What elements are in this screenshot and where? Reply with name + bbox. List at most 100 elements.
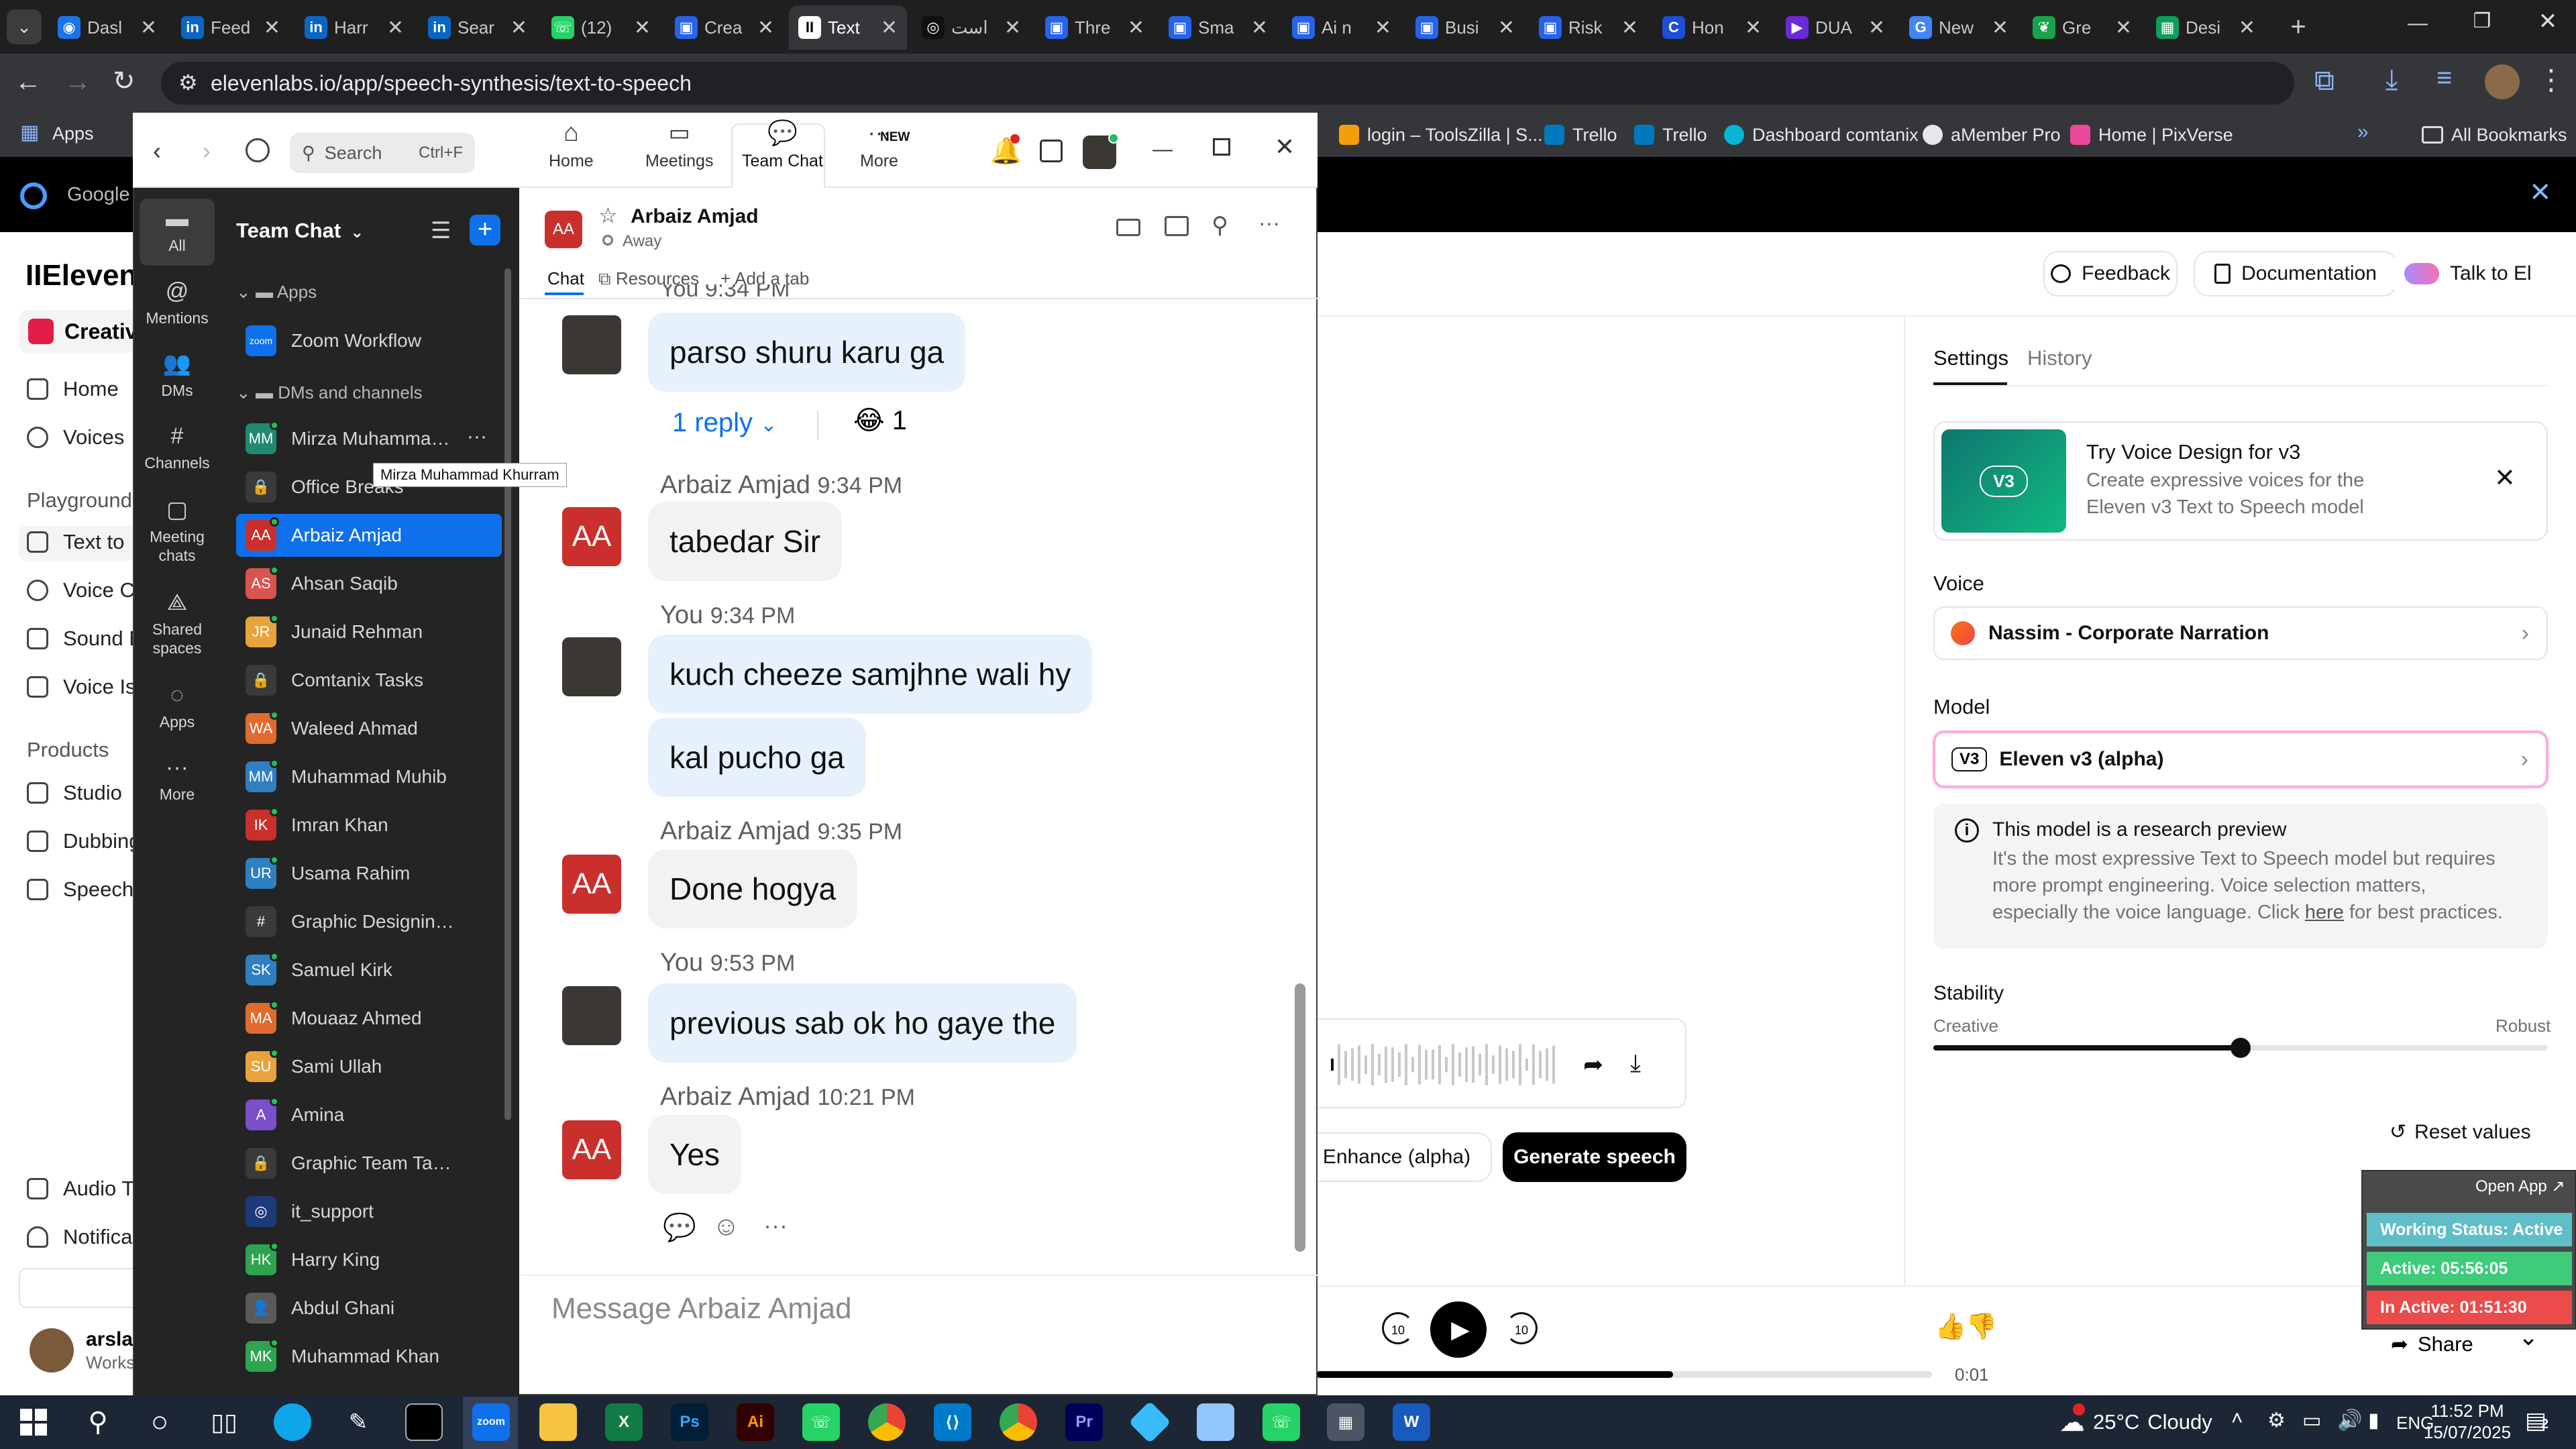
browser-menu-icon[interactable]: ⋮ — [2537, 63, 2565, 96]
tab-close-icon[interactable]: ✕ — [2115, 16, 2132, 40]
el-nav-sound-effects[interactable]: Sound E — [27, 627, 143, 651]
el-user-avatar[interactable] — [30, 1328, 74, 1373]
message-avatar-self[interactable] — [562, 986, 621, 1045]
tab-close-icon[interactable]: ✕ — [511, 16, 527, 40]
channel-list-item[interactable]: MA Mouaaz Ahmed — [236, 997, 502, 1040]
tab-close-icon[interactable]: ✕ — [757, 16, 774, 40]
browser-tab[interactable]: ▣ Busi ✕ — [1406, 5, 1524, 50]
zoom-tab-home[interactable]: ⌂ Home — [549, 119, 594, 171]
channel-list-item[interactable]: SK Samuel Kirk — [236, 949, 502, 991]
enhance-button[interactable]: Enhance (alpha) — [1301, 1132, 1492, 1182]
browser-tab[interactable]: II Text ✕ — [789, 5, 907, 50]
taskbar-chrome-profile-icon[interactable] — [1000, 1403, 1037, 1441]
tab-close-icon[interactable]: ✕ — [140, 16, 157, 40]
channel-list-item[interactable]: A Amina — [236, 1093, 502, 1136]
section-dms-header[interactable]: ⌄ ▬ DMs and channels — [236, 382, 423, 403]
favorite-star-icon[interactable]: ☆ — [598, 203, 618, 228]
bookmark-trello-2[interactable]: Trello — [1634, 121, 1707, 149]
message-bubble[interactable]: Yes — [648, 1115, 742, 1194]
rail-meeting-chats[interactable]: ▢ Meeting chats — [134, 496, 220, 565]
taskbar-vscode-icon[interactable]: ⟨⟩ — [934, 1403, 971, 1441]
tab-close-icon[interactable]: ✕ — [1128, 16, 1144, 40]
app-zoom-workflow[interactable]: zoom Zoom Workflow — [236, 319, 502, 362]
start-windows-icon[interactable] — [20, 1409, 47, 1436]
message-avatar-self[interactable] — [562, 637, 621, 696]
rail-dms[interactable]: 👥 DMs — [134, 350, 220, 400]
taskbar-terminal-icon[interactable] — [405, 1403, 443, 1441]
zoom-maximize-button[interactable] — [1213, 138, 1230, 156]
model-selector[interactable]: V3 Eleven v3 (alpha) › — [1933, 731, 2548, 788]
bookmark-amember[interactable]: aMember Pro — [1923, 121, 2061, 149]
taskbar-edge-icon[interactable] — [274, 1403, 311, 1441]
zoom-forward-icon[interactable]: › — [203, 137, 211, 165]
extensions-icon[interactable]: ⧉ — [2314, 64, 2334, 97]
channel-list-item[interactable]: 👤 Abdul Ghani — [236, 1287, 502, 1330]
tab-search-button[interactable]: ⌄ — [7, 9, 42, 44]
promo-close-icon[interactable]: ✕ — [2494, 463, 2516, 493]
reply-thread-link[interactable]: 1 reply ⌄ — [672, 408, 777, 438]
window-restore-button[interactable]: ❐ — [2462, 9, 2502, 36]
team-chat-title[interactable]: Team Chat ⌄ — [236, 219, 364, 243]
taskbar-illustrator-icon[interactable]: Ai — [737, 1403, 774, 1441]
taskbar-excel-icon[interactable]: X — [605, 1403, 643, 1441]
channel-list-item[interactable]: AS Ahsan Saqib — [236, 562, 502, 605]
tray-volume-icon[interactable]: 🔊 — [2337, 1409, 2362, 1432]
search-icon[interactable]: ⚲ — [1212, 212, 1228, 239]
infobar-close-icon[interactable]: ✕ — [2529, 177, 2552, 208]
open-app-button[interactable]: Open App ↗ — [2475, 1177, 2565, 1196]
reset-values-button[interactable]: ↺ Reset values — [2390, 1120, 2531, 1144]
browser-tab[interactable]: ▣ Crea ✕ — [665, 5, 784, 50]
generate-speech-button[interactable]: Generate speech — [1503, 1132, 1686, 1182]
channel-list-item[interactable]: UR Usama Rahim — [236, 852, 502, 895]
rail-more[interactable]: ··· More — [134, 754, 220, 804]
taskbar-zoom-icon[interactable]: zoom — [472, 1403, 510, 1441]
taskbar-whatsapp-business-icon[interactable]: ☏ — [1263, 1403, 1300, 1441]
thumbs-down-icon[interactable]: 👎 — [1966, 1312, 1997, 1342]
bookmark-trello-1[interactable]: Trello — [1544, 121, 1617, 149]
all-bookmarks[interactable]: All Bookmarks — [2422, 121, 2567, 149]
tab-close-icon[interactable]: ✕ — [2239, 16, 2255, 40]
tray-app-icon[interactable]: ⚙ — [2267, 1409, 2286, 1432]
channel-list-item[interactable]: JR Junaid Rehman — [236, 610, 502, 653]
thumbs-up-icon[interactable]: 👍 — [1935, 1312, 1966, 1342]
tab-close-icon[interactable]: ✕ — [1498, 16, 1515, 40]
message-bubble[interactable]: Done hogya — [648, 849, 858, 928]
address-bar[interactable]: ⚙ elevenlabs.io/app/speech-synthesis/tex… — [161, 62, 2294, 105]
taskbar-pen-icon[interactable]: ✎ — [339, 1403, 377, 1441]
channel-list-item[interactable]: 🔒 Graphic Team Tasks — [236, 1142, 502, 1185]
el-nav-audio-tools[interactable]: Audio T — [27, 1177, 134, 1201]
chat-scrollbar[interactable] — [1295, 983, 1305, 1252]
browser-tab[interactable]: in Sear ✕ — [419, 5, 537, 50]
back-icon[interactable]: ← — [15, 67, 42, 97]
message-bubble[interactable]: tabedar Sir — [648, 502, 843, 581]
message-bubble[interactable]: kuch cheeze samjhne wali hy — [648, 635, 1093, 714]
site-info-icon[interactable]: ⚙ — [178, 70, 198, 95]
taskbar-word-icon[interactable]: W — [1393, 1403, 1430, 1441]
browser-tab[interactable]: ▣ Sma ✕ — [1159, 5, 1277, 50]
browser-tab[interactable]: in Harr ✕ — [295, 5, 413, 50]
tab-close-icon[interactable]: ✕ — [1745, 16, 1762, 40]
el-nav-speech[interactable]: Speech — [27, 877, 133, 902]
channel-list-item[interactable]: MK Muhammad Khan — [236, 1335, 502, 1378]
browser-tab[interactable]: ▣ Thre ✕ — [1036, 5, 1154, 50]
channel-list-item[interactable]: HK Harry King — [236, 1238, 502, 1281]
zoom-close-button[interactable]: ✕ — [1275, 133, 1295, 161]
bookmark-dashboard-comtanix[interactable]: Dashboard comtanix — [1724, 121, 1919, 149]
taskbar-file-explorer-icon[interactable] — [539, 1403, 577, 1441]
message-bubble[interactable]: kal pucho ga — [648, 718, 866, 797]
reload-icon[interactable]: ↻ — [113, 66, 136, 97]
rail-channels[interactable]: # Channels — [134, 423, 220, 472]
browser-tab[interactable]: ◉ Dasl ✕ — [48, 5, 166, 50]
tab-close-icon[interactable]: ✕ — [1004, 16, 1021, 40]
reaction-chip[interactable]: 😂 1 — [853, 405, 907, 436]
el-nav-voices[interactable]: Voices — [27, 425, 124, 449]
taskbar-notes-icon[interactable] — [1197, 1403, 1234, 1441]
more-options-icon[interactable]: ··· — [1258, 211, 1280, 235]
talk-to-el-button[interactable]: Talk to El — [2392, 251, 2546, 297]
taskbar-cortana-icon[interactable]: ○ — [141, 1403, 178, 1441]
calendar-icon[interactable] — [1040, 140, 1063, 162]
filter-icon[interactable]: ☰ — [431, 217, 451, 244]
browser-tab[interactable]: ▦ Desi ✕ — [2147, 5, 2265, 50]
taskbar-calculator-icon[interactable]: ▦ — [1327, 1403, 1364, 1441]
documentation-button[interactable]: Documentation — [2194, 251, 2398, 297]
